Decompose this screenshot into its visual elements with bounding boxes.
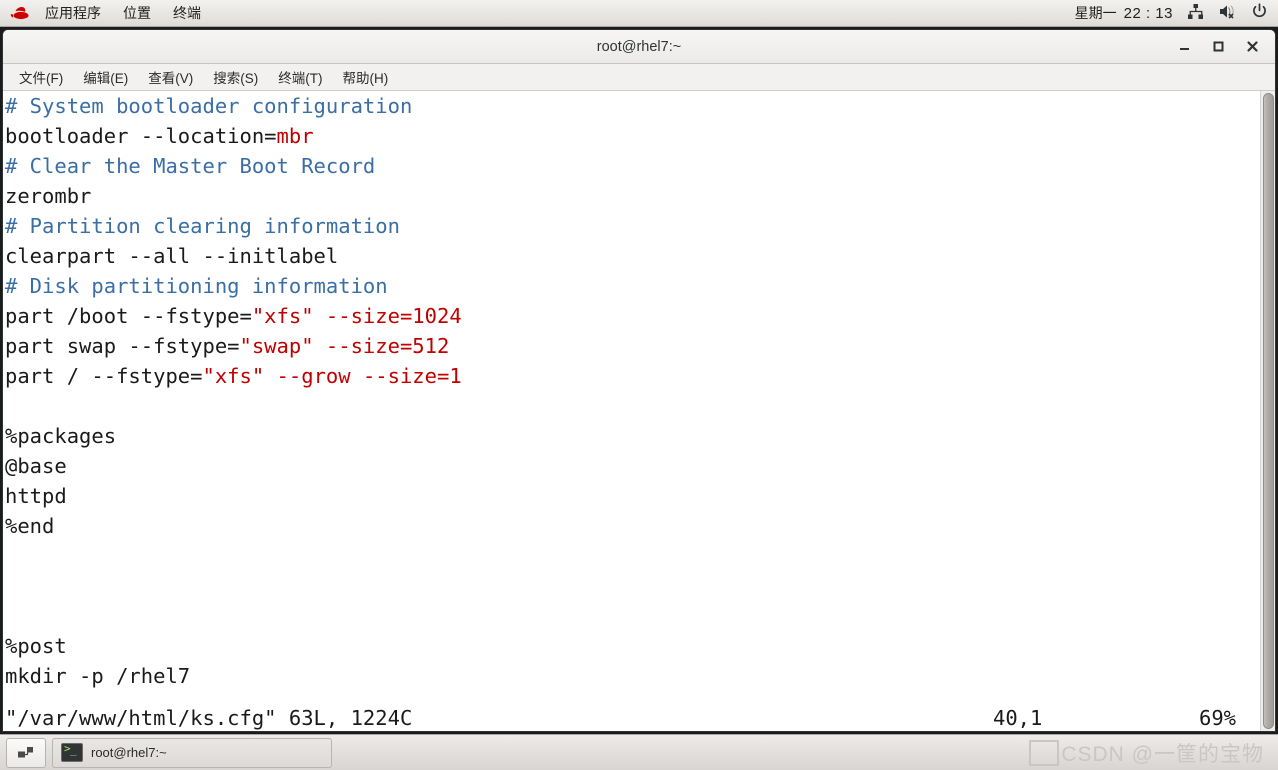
code-token: mkdir -p /rhel7: [5, 664, 191, 688]
terminal-icon: [61, 742, 83, 762]
vim-code-line: [3, 391, 1260, 421]
vim-status-percent: 69%: [1199, 706, 1237, 730]
code-token: httpd: [5, 484, 67, 508]
vim-code-line: mkdir -p /rhel7: [3, 661, 1260, 691]
code-token: %packages: [5, 424, 117, 448]
vim-status-position: 40,1: [993, 706, 1043, 730]
vim-code-line: part / --fstype="xfs" --grow --size=1: [3, 361, 1260, 391]
code-token: # System bootloader configuration: [5, 94, 413, 118]
vim-code-line: # Clear the Master Boot Record: [3, 151, 1260, 181]
vim-code-lines: # System bootloader configuration bootloa…: [3, 91, 1260, 691]
window-controls: [1167, 30, 1269, 63]
terminal-menu[interactable]: 终端: [162, 1, 212, 25]
vim-code-line: zerombr: [3, 181, 1260, 211]
vim-code-line: httpd: [3, 481, 1260, 511]
redhat-logo-icon: [8, 4, 34, 22]
code-token: "xfs": [202, 364, 265, 388]
code-token: # Partition clearing information: [5, 214, 400, 238]
vim-code-line: [3, 541, 1260, 571]
vim-code-line: # Partition clearing information: [3, 211, 1260, 241]
places-menu[interactable]: 位置: [112, 1, 162, 25]
maximize-icon: [1212, 40, 1225, 53]
vim-code-line: @base: [3, 451, 1260, 481]
power-icon[interactable]: [1251, 3, 1268, 23]
vim-code-line: # System bootloader configuration: [3, 91, 1260, 121]
code-token: --grow --size=1: [276, 364, 462, 388]
code-token: "swap": [239, 334, 314, 358]
code-token: zerombr: [5, 184, 92, 208]
taskbar-window-button[interactable]: root@rhel7:~: [52, 737, 332, 768]
vim-status-line: "/var/www/html/ks.cfg" 63L, 1224C 40,1 6…: [3, 703, 1260, 731]
code-token: @base: [5, 454, 67, 478]
menu-search[interactable]: 搜索(S): [203, 65, 268, 89]
menu-view[interactable]: 查看(V): [138, 65, 203, 89]
vim-code-line: [3, 571, 1260, 601]
code-token: part swap --fstype=: [5, 334, 240, 358]
terminal-scrollbar[interactable]: [1260, 91, 1275, 731]
maximize-button[interactable]: [1201, 33, 1235, 61]
code-token: --size=1024: [325, 304, 462, 328]
panel-right-group: 星期一 22 : 13: [1075, 3, 1278, 23]
panel-left-group: 应用程序 位置 终端: [0, 1, 212, 25]
watermark-text: CSDN @一筐的宝物: [1061, 742, 1264, 766]
vim-code-line: %post: [3, 631, 1260, 661]
network-icon[interactable]: [1187, 3, 1204, 23]
window-titlebar[interactable]: root@rhel7:~: [3, 30, 1275, 64]
terminal-menubar: 文件(F) 编辑(E) 查看(V) 搜索(S) 终端(T) 帮助(H): [3, 64, 1275, 91]
volume-muted-icon[interactable]: [1218, 3, 1237, 23]
applications-menu[interactable]: 应用程序: [34, 1, 112, 25]
vim-status-file: "/var/www/html/ks.cfg" 63L, 1224C: [5, 706, 413, 730]
terminal-scrollbar-thumb[interactable]: [1263, 93, 1274, 729]
menu-file[interactable]: 文件(F): [9, 65, 73, 89]
clock-day[interactable]: 星期一: [1075, 3, 1117, 23]
code-token: part /boot --fstype=: [5, 304, 252, 328]
terminal-body[interactable]: # System bootloader configuration bootloa…: [3, 91, 1275, 731]
gnome-top-panel: 应用程序 位置 终端 星期一 22 : 13: [0, 0, 1278, 27]
menu-terminal[interactable]: 终端(T): [268, 65, 332, 89]
vim-code-line: [3, 601, 1260, 631]
workspace-switcher-icon[interactable]: [6, 737, 46, 768]
code-token: --size=512: [325, 334, 450, 358]
code-token: part / --fstype=: [5, 364, 203, 388]
desktop-taskbar: root@rhel7:~ CSDN @一筐的宝物: [0, 734, 1278, 770]
code-token: %post: [5, 634, 67, 658]
taskbar-window-label: root@rhel7:~: [91, 745, 167, 760]
code-token: mbr: [276, 124, 314, 148]
vim-code-line: clearpart --all --initlabel: [3, 241, 1260, 271]
desktop-screen: 应用程序 位置 终端 星期一 22 : 13 root@rhel7:~ 文件(F…: [0, 0, 1278, 770]
vim-code-line: # Disk partitioning information: [3, 271, 1260, 301]
code-token: # Disk partitioning information: [5, 274, 388, 298]
window-title: root@rhel7:~: [596, 38, 682, 55]
clock-time[interactable]: 22 : 13: [1124, 5, 1173, 22]
vim-code-line: %packages: [3, 421, 1260, 451]
menu-help[interactable]: 帮助(H): [333, 65, 399, 89]
watermark-logo-icon: [1029, 739, 1060, 766]
minimize-button[interactable]: [1167, 33, 1201, 61]
close-icon: [1246, 40, 1259, 53]
vim-code-line: part /boot --fstype="xfs" --size=1024: [3, 301, 1260, 331]
menu-edit[interactable]: 编辑(E): [73, 65, 138, 89]
terminal-window: root@rhel7:~ 文件(F) 编辑(E) 查看(V) 搜索(S) 终端(…: [2, 29, 1276, 732]
vim-code-line: bootloader --location=mbr: [3, 121, 1260, 151]
code-token: clearpart --all --initlabel: [5, 244, 339, 268]
code-token: %end: [5, 514, 55, 538]
csdn-watermark: CSDN @一筐的宝物: [1029, 738, 1272, 768]
vim-code-line: part swap --fstype="swap" --size=512: [3, 331, 1260, 361]
code-token: bootloader --location=: [5, 124, 277, 148]
code-token: # Clear the Master Boot Record: [5, 154, 376, 178]
vim-text-area[interactable]: # System bootloader configuration bootloa…: [3, 91, 1260, 731]
minimize-icon: [1178, 40, 1191, 53]
close-button[interactable]: [1235, 33, 1269, 61]
code-token: "xfs": [251, 304, 314, 328]
vim-code-line: %end: [3, 511, 1260, 541]
